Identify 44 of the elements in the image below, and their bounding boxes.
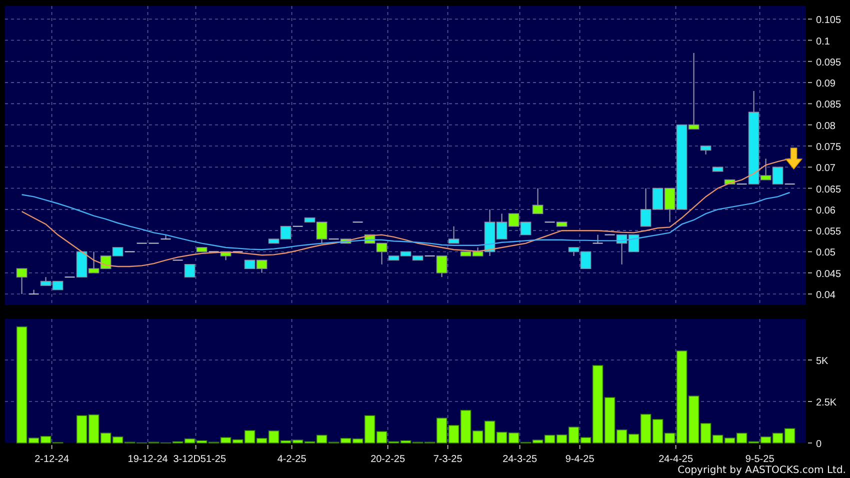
axis-label: 0.07 xyxy=(816,163,836,174)
axis-label: 0.065 xyxy=(816,184,842,196)
candlestick xyxy=(448,226,460,244)
axis-label: 24-3-25 xyxy=(502,454,538,464)
candlestick xyxy=(52,280,64,290)
axis-label: 0.105 xyxy=(816,15,842,26)
volume-bar xyxy=(76,415,88,444)
axis-label: 4-2-25 xyxy=(277,454,306,464)
axis-label: 19-12-24 xyxy=(128,454,168,464)
axis-label: 9-4-25 xyxy=(565,454,594,464)
axis-label: 2.5K xyxy=(816,398,837,408)
axis-label: 0.1 xyxy=(816,36,830,48)
axis-label: 3-12D51-25 xyxy=(173,454,226,464)
axis-label: 0.075 xyxy=(816,142,842,153)
axis-label: 0 xyxy=(816,439,822,450)
candlestick xyxy=(184,264,196,278)
volume-bar xyxy=(784,428,796,444)
axis-label: 7-3-25 xyxy=(433,454,462,464)
axis-label: 20-2-25 xyxy=(370,454,406,464)
candlestick xyxy=(712,166,724,172)
axis-label: 0.08 xyxy=(816,120,836,132)
axis-label: 0.085 xyxy=(816,100,842,111)
axis-label: 5K xyxy=(816,356,828,367)
candlestick xyxy=(244,260,256,270)
down-arrow-icon xyxy=(784,148,803,170)
candlestick xyxy=(40,276,52,286)
candlestick xyxy=(256,260,268,274)
axis-label: 24-4-25 xyxy=(658,454,694,464)
axis-label: 0.05 xyxy=(816,248,836,259)
axis-label: 0.095 xyxy=(816,57,842,68)
candlestick xyxy=(160,234,172,240)
candlestick xyxy=(532,188,544,214)
axis-label: 0.06 xyxy=(816,205,836,216)
candlestick xyxy=(700,145,712,155)
axis-label: 0.04 xyxy=(816,290,836,301)
axis-label: 0.055 xyxy=(816,226,842,238)
axis-label: 0.045 xyxy=(816,268,842,280)
axis-label: 0.09 xyxy=(816,78,836,90)
candlestick xyxy=(520,222,532,236)
candlestick xyxy=(352,222,364,223)
axis-label: 9-5-25 xyxy=(745,454,774,464)
copyright-text: Copyright by AASTOCKS.com Ltd. xyxy=(678,464,846,478)
axis-label: 2-12-24 xyxy=(34,454,70,464)
candlestick xyxy=(172,260,184,261)
